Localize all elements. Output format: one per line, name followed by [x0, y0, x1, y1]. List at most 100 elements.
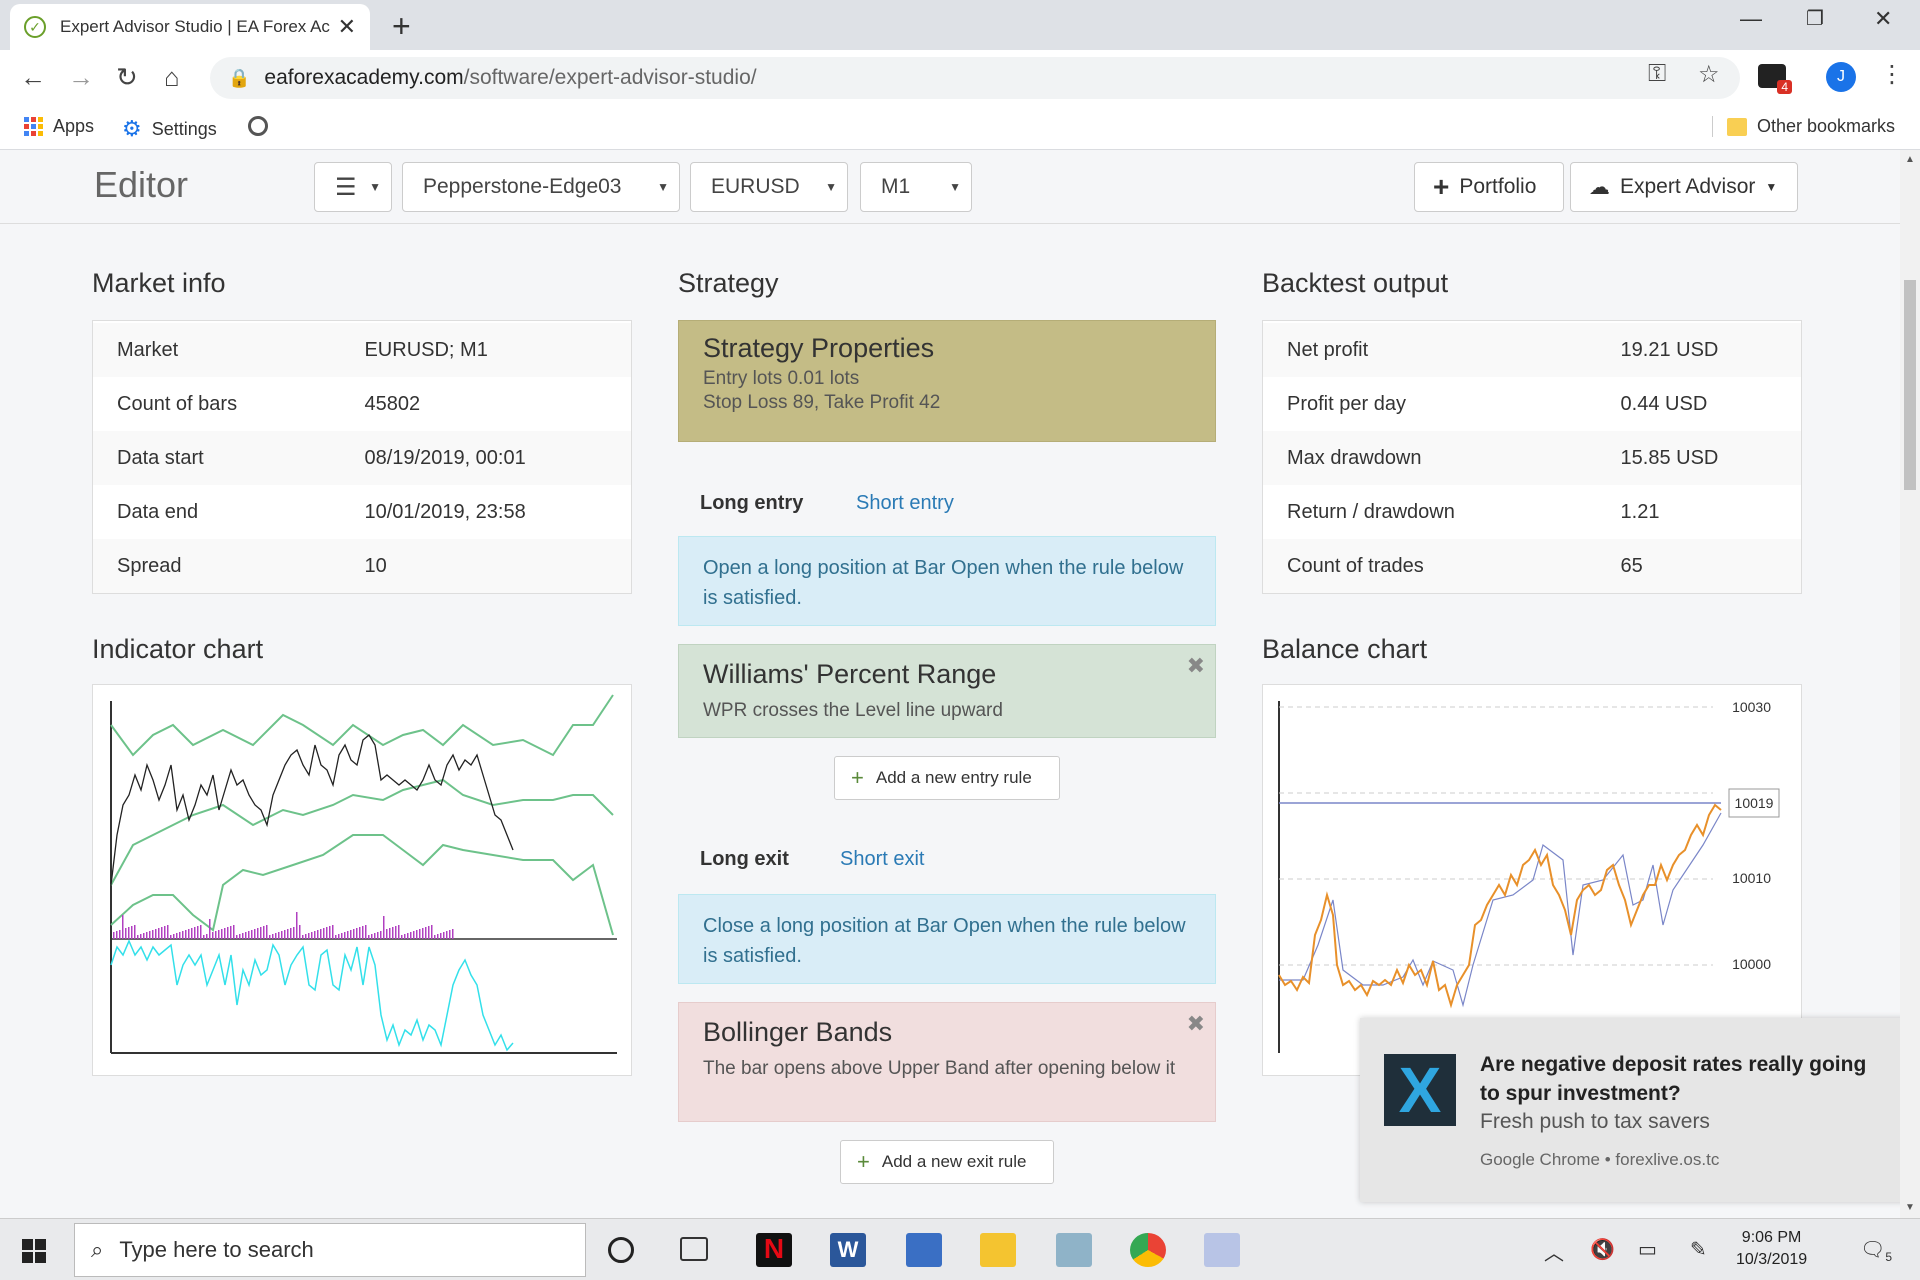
- back-icon[interactable]: ←: [20, 62, 46, 93]
- add-exit-rule-button[interactable]: + Add a new exit rule: [840, 1140, 1054, 1184]
- period-select[interactable]: M1 ▼: [860, 162, 972, 212]
- task-view-icon[interactable]: [680, 1237, 708, 1261]
- address-bar[interactable]: 🔒 eaforexacademy.com/software/expert-adv…: [210, 57, 1740, 99]
- action-center-icon[interactable]: 🗨5: [1860, 1237, 1892, 1264]
- reload-icon[interactable]: ↻: [116, 62, 138, 93]
- volume-bar: [167, 925, 169, 939]
- bookmark-apps[interactable]: Apps: [24, 116, 94, 137]
- volume-bar: [317, 930, 319, 939]
- hamburger-icon: ☰: [335, 173, 357, 201]
- bookmark-globe[interactable]: [248, 116, 268, 136]
- remove-exit-rule-icon[interactable]: ✖: [1187, 1011, 1205, 1037]
- tab-short-entry[interactable]: Short entry: [856, 492, 954, 515]
- taskbar-search[interactable]: ⌕ Type here to search: [74, 1223, 586, 1277]
- market-info-row: Spread 10: [93, 539, 631, 593]
- chrome-notification[interactable]: X Are negative deposit rates really goin…: [1360, 1018, 1900, 1202]
- volume-bar: [320, 929, 322, 939]
- strategy-title: Strategy: [678, 268, 779, 298]
- volume-bar: [218, 930, 220, 939]
- tray-chevron-icon[interactable]: ︿: [1544, 1237, 1564, 1266]
- volume-bar: [131, 926, 133, 939]
- entry-rule-title: Williams' Percent Range: [703, 659, 997, 689]
- network-app-icon[interactable]: [906, 1233, 942, 1267]
- lock-icon: 🔒: [228, 67, 251, 88]
- symbol-select[interactable]: EURUSD ▼: [690, 162, 848, 212]
- volume-bar: [185, 930, 187, 939]
- volume-bar: [224, 928, 226, 939]
- bookmark-star-icon[interactable]: ☆: [1698, 60, 1720, 89]
- netflix-icon[interactable]: N: [756, 1233, 792, 1267]
- scroll-thumb[interactable]: [1904, 280, 1916, 490]
- bookmark-other[interactable]: Other bookmarks: [1712, 116, 1895, 137]
- pen-icon[interactable]: ✎: [1690, 1237, 1707, 1262]
- browser-tab[interactable]: ✓ Expert Advisor Studio | EA Forex Acade…: [10, 4, 370, 50]
- volume-bar: [425, 927, 427, 939]
- windows-start-icon[interactable]: [22, 1239, 46, 1263]
- minimize-icon[interactable]: —: [1740, 6, 1762, 32]
- tab-close-icon[interactable]: ✕: [338, 14, 356, 40]
- volume-bar: [350, 930, 352, 939]
- exit-rule[interactable]: Bollinger Bands The bar opens above Uppe…: [678, 1002, 1216, 1122]
- volume-bar: [353, 929, 355, 939]
- server-select[interactable]: Pepperstone-Edge03 ▼: [402, 162, 680, 212]
- extension-icon[interactable]: 4: [1758, 64, 1792, 94]
- volume-bar: [335, 935, 337, 939]
- volume-bar: [371, 934, 373, 939]
- scroll-up-icon[interactable]: ▲: [1905, 154, 1915, 165]
- volume-bar: [431, 925, 433, 939]
- remove-entry-rule-icon[interactable]: ✖: [1187, 653, 1205, 679]
- portfolio-button[interactable]: + Portfolio: [1414, 162, 1564, 212]
- volume-bar: [290, 928, 292, 939]
- word-icon[interactable]: W: [830, 1233, 866, 1267]
- chrome-taskbar-icon[interactable]: [1130, 1233, 1166, 1267]
- volume-bar: [155, 929, 157, 939]
- volume-bar: [119, 930, 121, 939]
- page-scrollbar[interactable]: ▲ ▼: [1900, 150, 1920, 1218]
- browser-tabbar: ✓ Expert Advisor Studio | EA Forex Acade…: [0, 0, 1920, 50]
- window-close-icon[interactable]: ✕: [1874, 6, 1892, 32]
- cortana-icon[interactable]: [608, 1237, 634, 1263]
- volume-bar: [116, 931, 118, 939]
- volume-bar: [332, 925, 334, 939]
- profile-avatar[interactable]: J: [1826, 62, 1856, 92]
- taskbar-clock[interactable]: 9:06 PM 10/3/2019: [1736, 1227, 1807, 1271]
- restore-icon[interactable]: ❐: [1806, 6, 1824, 31]
- forward-icon[interactable]: →: [68, 62, 94, 93]
- volume-bar: [392, 927, 394, 939]
- volume-muted-icon[interactable]: 🔇: [1590, 1237, 1615, 1262]
- strategy-properties[interactable]: Strategy Properties Entry lots 0.01 lots…: [678, 320, 1216, 442]
- add-entry-rule-button[interactable]: + Add a new entry rule: [834, 756, 1060, 800]
- app-icon[interactable]: [1056, 1233, 1092, 1267]
- folder-icon: [1727, 117, 1747, 136]
- new-tab-icon[interactable]: +: [392, 8, 411, 45]
- balance-tick-10030: 10030: [1732, 699, 1771, 715]
- menu-dropdown[interactable]: ☰ ▼: [314, 162, 392, 212]
- scroll-down-icon[interactable]: ▼: [1905, 1202, 1915, 1213]
- expert-advisor-button[interactable]: ☁ Expert Advisor ▼: [1570, 162, 1798, 212]
- chrome-menu-icon[interactable]: ⋮: [1880, 60, 1904, 89]
- notification-source: Google Chrome • forexlive.os.tc: [1480, 1150, 1720, 1169]
- tab-long-exit[interactable]: Long exit: [700, 848, 789, 871]
- file-explorer-icon[interactable]: [980, 1233, 1016, 1267]
- home-icon[interactable]: ⌂: [164, 62, 180, 93]
- bookmark-settings[interactable]: ⚙ Settings: [122, 116, 217, 142]
- volume-bar: [266, 925, 268, 939]
- entry-rule[interactable]: Williams' Percent Range WPR crosses the …: [678, 644, 1216, 738]
- volume-bar: [230, 926, 232, 939]
- tab-long-entry[interactable]: Long entry: [700, 492, 803, 515]
- volume-bar: [170, 935, 172, 939]
- tab-short-exit[interactable]: Short exit: [840, 848, 924, 871]
- volume-bar: [275, 933, 277, 939]
- key-icon[interactable]: ⚿: [1648, 60, 1666, 88]
- backtest-row: Return / drawdown 1.21: [1263, 485, 1801, 539]
- indicator-chart-card: [92, 684, 632, 1076]
- market-info-value: 10: [364, 554, 387, 577]
- volume-bar: [272, 934, 274, 939]
- volume-bar: [368, 935, 370, 939]
- volume-bar: [338, 934, 340, 939]
- paint-icon[interactable]: [1204, 1233, 1240, 1267]
- volume-bar: [140, 934, 142, 939]
- url-text: eaforexacademy.com/software/expert-advis…: [264, 66, 757, 89]
- battery-icon[interactable]: ▭: [1638, 1237, 1657, 1262]
- volume-bar: [386, 929, 388, 939]
